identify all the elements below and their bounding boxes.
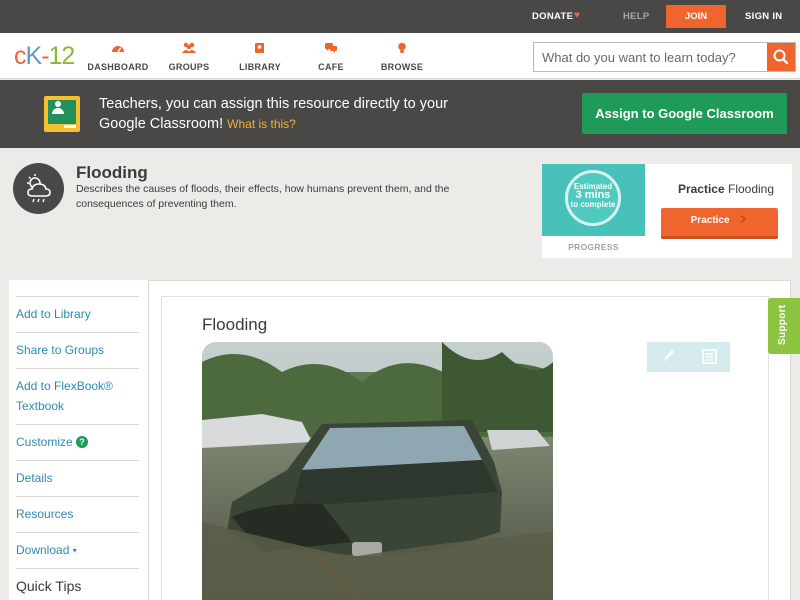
- what-is-this-link[interactable]: What is this?: [227, 117, 296, 131]
- concept-description: Describes the causes of floods, their ef…: [76, 183, 450, 210]
- practice-button-label: Practice: [690, 215, 730, 226]
- flooded-car-image: [202, 342, 553, 600]
- sidebar-item-label: Customize: [16, 435, 73, 449]
- ck12-logo[interactable]: cK-12: [14, 42, 76, 71]
- search-button[interactable]: [767, 43, 795, 71]
- sidebar-item-label: Add to Library: [16, 307, 91, 321]
- sidebar-item-label: Download: [16, 543, 70, 557]
- search-icon: [773, 49, 789, 65]
- left-sidebar: Add to Library Share to Groups Add to Fl…: [9, 280, 149, 600]
- nav-browse-label: BROWSE: [380, 62, 424, 72]
- chevron-right-icon: [740, 214, 747, 224]
- donate-link[interactable]: DONATE: [532, 11, 573, 22]
- browse-lightbulb-icon: [398, 42, 406, 53]
- estimated-time: Estimated 3 mins to complete: [568, 182, 618, 209]
- help-icon[interactable]: ?: [76, 436, 89, 448]
- classroom-banner-text: Teachers, you can assign this resource d…: [99, 94, 459, 134]
- nav-dashboard[interactable]: DASHBOARD: [83, 33, 153, 72]
- caret-down-icon: ▾: [72, 546, 77, 555]
- annotate-button[interactable]: [647, 342, 688, 372]
- nav-browse[interactable]: BROWSE: [367, 33, 437, 72]
- sidebar-item-add-to-flexbook[interactable]: Add to FlexBook® Textbook: [16, 368, 139, 424]
- dashboard-gauge-icon: [112, 46, 124, 53]
- sidebar-item-label: Add to FlexBook® Textbook: [16, 379, 113, 413]
- practice-button[interactable]: Practice: [661, 208, 778, 239]
- logo-dash: -: [41, 42, 49, 70]
- pencil-icon: [664, 350, 674, 362]
- logo-c: c: [14, 42, 26, 70]
- sidebar-item-add-to-library[interactable]: Add to Library: [16, 296, 139, 332]
- sidebar-item-label: Resources: [16, 507, 74, 521]
- progress-label: PROGRESS: [568, 242, 619, 252]
- nav-groups[interactable]: GROUPS: [154, 33, 224, 72]
- sidebar-item-details[interactable]: Details: [16, 460, 139, 496]
- concept-icon-circle: [13, 163, 64, 214]
- nav-dashboard-label: DASHBOARD: [87, 62, 149, 72]
- heart-icon: ♥: [574, 10, 580, 21]
- cafe-chat-icon: [325, 43, 337, 53]
- top-bar: DONATE ♥ HELP JOIN SIGN IN: [0, 0, 800, 33]
- sidebar-item-label: Share to Groups: [16, 343, 105, 357]
- practice-title-topic: Flooding: [728, 182, 775, 196]
- search-box: [533, 42, 796, 72]
- groups-people-icon: [182, 42, 196, 53]
- sidebar-item-share-to-groups[interactable]: Share to Groups: [16, 332, 139, 368]
- support-tab[interactable]: Support: [768, 298, 800, 354]
- sidebar-item-resources[interactable]: Resources: [16, 496, 139, 532]
- sidebar-item-customize[interactable]: Customize ?: [16, 424, 139, 460]
- notes-button[interactable]: [689, 342, 730, 372]
- library-book-icon: [255, 43, 264, 53]
- sidebar-item-label: Details: [16, 471, 53, 485]
- section-title: Flooding: [202, 315, 268, 334]
- logo-k: K: [25, 42, 43, 70]
- practice-card: Estimated 3 mins to complete PROGRESS Pr…: [542, 164, 792, 258]
- main-nav: cK-12 DASHBOARD GROUPS LIBRARY CAFE BROW…: [0, 33, 800, 79]
- logo-12: 12: [48, 42, 76, 70]
- concept-title: Flooding: [76, 163, 148, 182]
- sidebar-item-label: Quick Tips: [16, 578, 82, 594]
- practice-title-bold: Practice: [677, 182, 725, 196]
- assign-to-google-classroom-button[interactable]: Assign to Google Classroom: [582, 93, 787, 134]
- nav-cafe[interactable]: CAFE: [296, 33, 366, 72]
- progress-estimate-tile: Estimated 3 mins to complete: [542, 164, 645, 236]
- storm-cloud-icon: [27, 174, 51, 203]
- join-button[interactable]: JOIN: [666, 5, 726, 28]
- nav-groups-label: GROUPS: [168, 62, 210, 72]
- nav-library-label: LIBRARY: [239, 62, 281, 72]
- notes-icon: [702, 349, 717, 364]
- estimate-line2: 3 mins: [575, 189, 611, 201]
- sidebar-item-quick-tips[interactable]: Quick Tips: [16, 568, 139, 600]
- nav-cafe-label: CAFE: [318, 62, 344, 72]
- search-input[interactable]: [534, 43, 768, 71]
- sign-in-link[interactable]: SIGN IN: [745, 11, 782, 22]
- content-tools: [647, 342, 730, 372]
- nav-library[interactable]: LIBRARY: [225, 33, 295, 72]
- flood-photo-illustration: [202, 342, 553, 600]
- practice-title: Practice Flooding: [660, 182, 792, 196]
- support-tab-label: Support: [777, 304, 788, 345]
- google-classroom-icon: [44, 96, 80, 132]
- sidebar-item-download[interactable]: Download ▾: [16, 532, 139, 568]
- estimate-line3: to complete: [570, 200, 616, 209]
- help-link[interactable]: HELP: [623, 11, 650, 22]
